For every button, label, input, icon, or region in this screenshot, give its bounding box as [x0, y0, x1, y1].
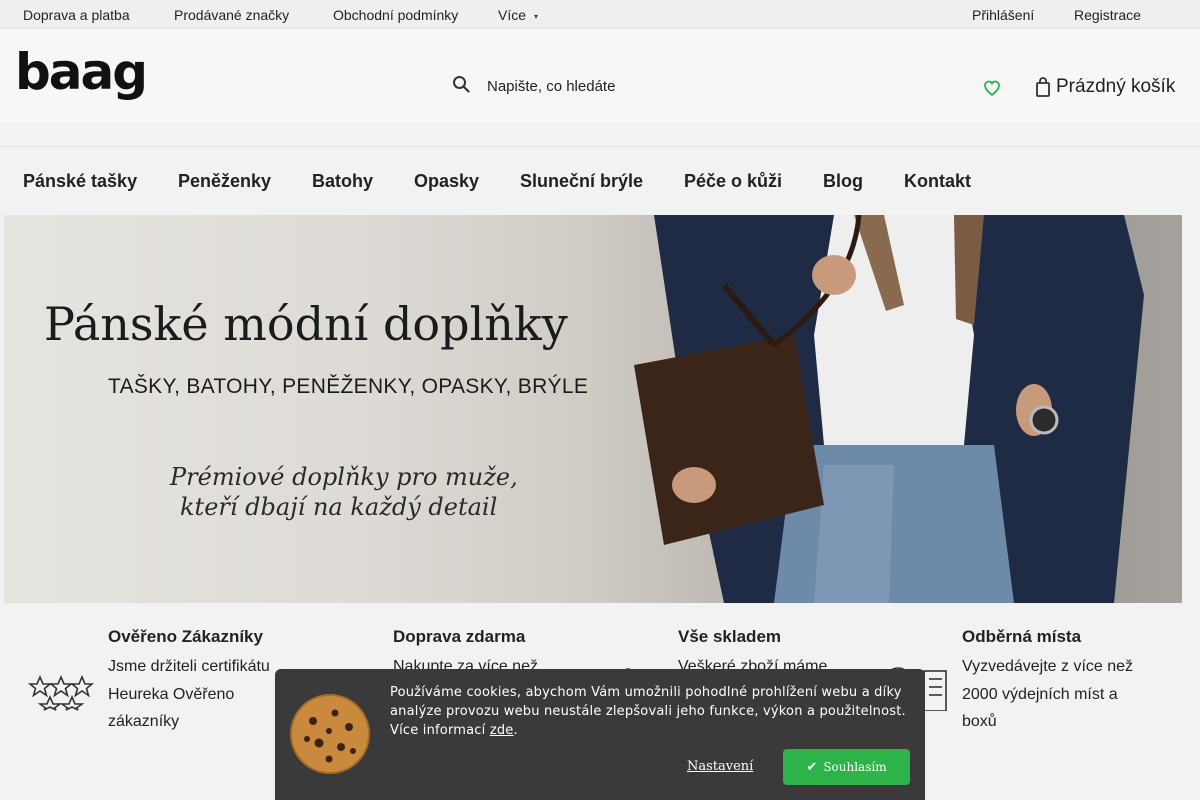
banner-tagline-line1: Prémiové doplňky pro muže,	[170, 463, 518, 491]
nav-item-belts[interactable]: Opasky	[414, 171, 479, 192]
feature-verified: Ověřeno Zákazníky Jsme držiteli certifik…	[28, 627, 298, 747]
nav-item-skin-care[interactable]: Péče o kůži	[684, 171, 782, 192]
cart-label: Prázdný košík	[1056, 76, 1176, 97]
logo[interactable]: baag	[15, 47, 148, 97]
cookie-period: .	[513, 723, 518, 738]
stars-icon	[28, 674, 94, 711]
nav-item-sunglasses[interactable]: Sluneční brýle	[520, 171, 643, 192]
nav-item-wallets[interactable]: Peněženky	[178, 171, 271, 192]
top-bar: Doprava a platba Prodávané značky Obchod…	[0, 0, 1200, 29]
hero-banner[interactable]: Pánské módní doplňky TAŠKY, BATOHY, PENĚ…	[4, 215, 1182, 603]
register-link[interactable]: Registrace	[1074, 7, 1141, 23]
feature-title: Doprava zdarma	[393, 627, 526, 646]
login-link[interactable]: Přihlášení	[972, 7, 1034, 23]
cookie-accept-label: Souhlasím	[823, 759, 887, 774]
cookie-message: Používáme cookies, abychom Vám umožnili …	[390, 683, 910, 740]
nav-item-contact[interactable]: Kontakt	[904, 171, 971, 192]
cookie-banner: Používáme cookies, abychom Vám umožnili …	[275, 669, 925, 800]
banner-subtitle: TAŠKY, BATOHY, PENĚŽENKY, OPASKY, BRÝLE	[108, 375, 589, 398]
checkmark-icon: ✔	[806, 759, 818, 775]
cookie-settings-link[interactable]: Nastavení	[687, 759, 753, 774]
banner-tagline-line2: kteří dbají na každý detail	[180, 493, 498, 521]
topbar-link-brands[interactable]: Prodávané značky	[174, 7, 289, 23]
chevron-down-icon: ▾	[534, 11, 539, 21]
cookie-icon	[290, 694, 370, 774]
feature-title: Ověřeno Zákazníky	[108, 627, 263, 646]
model-photo	[634, 215, 1144, 603]
nav-item-blog[interactable]: Blog	[823, 171, 863, 192]
cookie-accept-button[interactable]: ✔ Souhlasím	[783, 749, 910, 785]
feature-title: Odběrná místa	[962, 627, 1082, 646]
topbar-link-shipping[interactable]: Doprava a platba	[23, 7, 130, 23]
topbar-link-terms[interactable]: Obchodní podmínky	[333, 7, 458, 23]
main-nav: Pánské tašky Peněženky Batohy Opasky Slu…	[0, 147, 1200, 215]
feature-text: Jsme držiteli certifikátu Heureka Ověřen…	[108, 658, 270, 730]
feature-title: Vše skladem	[678, 627, 782, 646]
cookie-text: Používáme cookies, abychom Vám umožnili …	[390, 685, 906, 738]
nav-item-mens-bags[interactable]: Pánské tašky	[23, 171, 137, 192]
search-box	[452, 69, 832, 105]
header-divider	[0, 123, 1200, 147]
header: baag Prázdný košík	[0, 29, 1200, 123]
search-input[interactable]	[487, 74, 807, 98]
search-icon[interactable]	[452, 75, 470, 93]
shopping-bag-icon	[1036, 77, 1050, 97]
banner-title: Pánské módní doplňky	[44, 297, 568, 351]
nav-item-backpacks[interactable]: Batohy	[312, 171, 373, 192]
topbar-more-menu[interactable]: Více ▾	[498, 7, 538, 23]
favorites-icon[interactable]	[984, 79, 1000, 97]
cookie-info-link[interactable]: zde	[490, 723, 514, 738]
feature-text: Vyzvedávejte z více než 2000 výdejních m…	[962, 658, 1134, 730]
topbar-more-label: Více	[498, 7, 527, 23]
